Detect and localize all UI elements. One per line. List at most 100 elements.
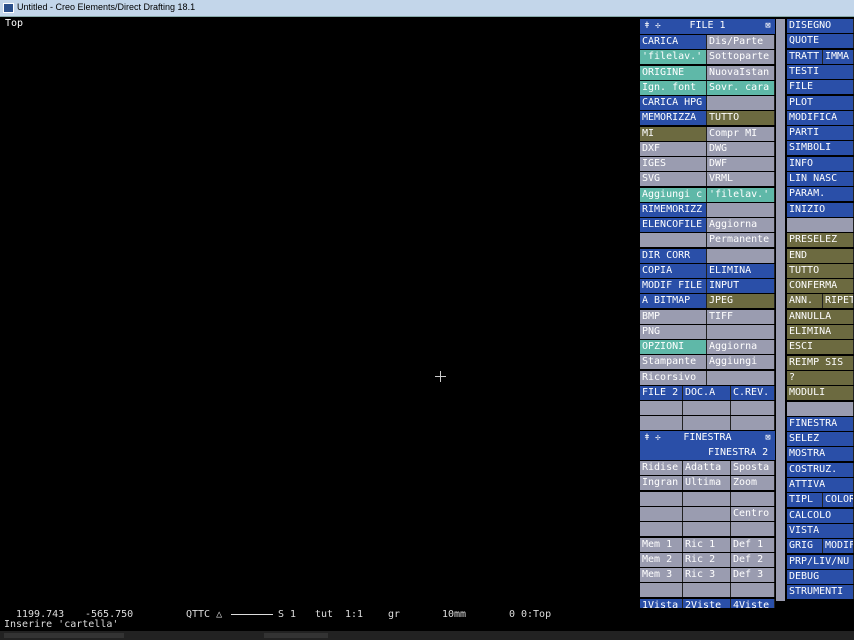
menu-button-empty[interactable] — [707, 248, 775, 263]
menu-button-carica-hpg[interactable]: CARICA HPG — [640, 96, 707, 110]
menu-button-prp-liv-nu[interactable]: PRP/LIV/NU — [787, 554, 854, 569]
menu-button-carica[interactable]: CARICA — [640, 35, 707, 49]
menu-button-elimina[interactable]: ELIMINA — [707, 263, 775, 278]
menu-button-vista[interactable]: VISTA — [787, 523, 854, 538]
menu-button-empty[interactable] — [683, 506, 731, 521]
menu-button-permanente[interactable]: Permanente — [707, 233, 775, 248]
menu-button-nuovaistan[interactable]: NuovaIstan — [707, 65, 775, 80]
menu-button-lin-nasc[interactable]: LIN NASC — [787, 172, 854, 186]
menu-button-filelav[interactable]: 'filelav.' — [640, 50, 707, 65]
menu-button-costruz[interactable]: COSTRUZ. — [787, 462, 854, 477]
menu-button-compr-mi[interactable]: Compr MI — [707, 126, 775, 141]
menu-button-tutto[interactable]: TUTTO — [787, 263, 854, 278]
menu-button-imma[interactable]: IMMA — [823, 49, 854, 64]
menu-button-empty[interactable]: ? — [787, 370, 854, 385]
menu-button-tutto[interactable]: TUTTO — [707, 111, 775, 126]
menu-button-def-1[interactable]: Def 1 — [731, 537, 775, 552]
menu-button-finestra[interactable]: FINESTRA — [787, 416, 854, 431]
menu-button-parti[interactable]: PARTI — [787, 126, 854, 141]
menu-button-tipl[interactable]: TIPL — [787, 493, 823, 508]
menu-button-empty[interactable] — [640, 491, 683, 506]
menu-button-dwg[interactable]: DWG — [707, 141, 775, 156]
menu-button-centro[interactable]: Centro — [731, 506, 775, 521]
menu-button-mi[interactable]: MI — [640, 126, 707, 141]
menu-button-empty[interactable] — [640, 506, 683, 521]
menu-button-ric-1[interactable]: Ric 1 — [683, 537, 731, 552]
menu-button-reimp-sis[interactable]: REIMP SIS — [787, 355, 854, 370]
menu-button-file[interactable]: FILE — [787, 80, 854, 95]
menu-button-ingran[interactable]: Ingran — [640, 476, 683, 491]
pin-icon[interactable]: ǂ — [642, 433, 652, 443]
menu-button-empty[interactable] — [640, 522, 683, 537]
menu-button-empty[interactable] — [731, 522, 775, 537]
menu-button-opzioni[interactable]: OPZIONI — [640, 340, 707, 354]
menu-button-info[interactable]: INFO — [787, 156, 854, 171]
menu-button-tratt[interactable]: TRATT — [787, 49, 823, 64]
menu-button-modif[interactable]: MODIF — [823, 539, 854, 554]
menu-button-ripet[interactable]: RIPET — [823, 294, 854, 309]
menu-button-aggiorna[interactable]: Aggiorna — [707, 218, 775, 232]
menu-button-empty[interactable] — [683, 522, 731, 537]
menu-button-empty[interactable] — [707, 370, 775, 385]
menu-button-memorizza[interactable]: MEMORIZZA — [640, 111, 707, 126]
menu-button-ridise[interactable]: Ridise — [640, 461, 683, 475]
menu-button-elencofile[interactable]: ELENCOFILE — [640, 218, 707, 232]
menu-button-sottoparte[interactable]: Sottoparte — [707, 50, 775, 65]
menu-button-empty[interactable] — [731, 491, 775, 506]
menu-button-sovr-cara[interactable]: Sovr. cara — [707, 80, 775, 95]
menu-button-png[interactable]: PNG — [640, 324, 707, 339]
menu-button-plot[interactable]: PLOT — [787, 95, 854, 110]
menu-button-empty[interactable] — [640, 583, 683, 598]
menu-button-ann[interactable]: ANN. — [787, 294, 823, 309]
menu-button-empty[interactable] — [787, 401, 854, 416]
menu-button-filelav[interactable]: 'filelav.' — [707, 187, 775, 202]
pin-icon[interactable]: ǂ — [642, 21, 652, 31]
file-panel-header[interactable]: FILE 1 ǂ ✢ ⊠ — [640, 19, 775, 34]
menu-button-origine[interactable]: ORIGINE — [640, 65, 707, 80]
menu-button-dis-parte[interactable]: Dis/Parte — [707, 35, 775, 49]
menu-button-empty[interactable] — [640, 416, 683, 430]
menu-button-empty[interactable] — [787, 217, 854, 232]
menu-button-ign-font[interactable]: Ign. font — [640, 80, 707, 95]
menu-button-ultima[interactable]: Ultima — [683, 476, 731, 491]
close-icon[interactable]: ⊠ — [763, 433, 773, 443]
menu-button-empty[interactable] — [731, 583, 775, 598]
move-icon[interactable]: ✢ — [653, 433, 663, 443]
menu-button-aggiorna[interactable]: Aggiorna — [707, 340, 775, 354]
menu-button-preselez[interactable]: PRESELEZ — [787, 233, 854, 248]
menu-button-dir-corr[interactable]: DIR CORR — [640, 248, 707, 263]
menu-button-mostra[interactable]: MOSTRA — [787, 447, 854, 462]
menu-button-finestra-2[interactable]: FINESTRA 2 — [706, 446, 775, 460]
menu-button-elimina[interactable]: ELIMINA — [787, 325, 854, 339]
menu-button-rimemorizz[interactable]: RIMEMORIZZ — [640, 202, 707, 217]
menu-button-annulla[interactable]: ANNULLA — [787, 309, 854, 324]
menu-button-color[interactable]: COLOR — [823, 493, 854, 508]
menu-button-quote[interactable]: QUOTE — [787, 34, 854, 49]
menu-button-modif-file[interactable]: MODIF FILE — [640, 279, 707, 293]
menu-button-input[interactable]: INPUT — [707, 279, 775, 293]
menu-button-def-3[interactable]: Def 3 — [731, 568, 775, 583]
menu-button-a-bitmap[interactable]: A BITMAP — [640, 294, 707, 309]
menu-button-tiff[interactable]: TIFF — [707, 309, 775, 324]
menu-button-adatta[interactable]: Adatta — [683, 461, 731, 475]
panel-scrollbar[interactable] — [776, 19, 785, 601]
menu-button-empty[interactable] — [683, 491, 731, 506]
menu-button-esci[interactable]: ESCI — [787, 340, 854, 355]
menu-button-ric-3[interactable]: Ric 3 — [683, 568, 731, 583]
finestra-panel-header[interactable]: FINESTRA ǂ ✢ ⊠ — [640, 431, 775, 446]
menu-button-moduli[interactable]: MODULI — [787, 386, 854, 401]
menu-button-grig[interactable]: GRIG — [787, 539, 823, 554]
close-icon[interactable]: ⊠ — [763, 21, 773, 31]
menu-button-strumenti[interactable]: STRUMENTI — [787, 585, 854, 600]
menu-button-aggiungi[interactable]: Aggiungi — [707, 355, 775, 370]
menu-button-inizio[interactable]: INIZIO — [787, 202, 854, 217]
menu-button-dxf[interactable]: DXF — [640, 141, 707, 156]
menu-button-empty[interactable] — [731, 401, 775, 415]
menu-button-ric-2[interactable]: Ric 2 — [683, 552, 731, 567]
menu-button-sposta[interactable]: Sposta — [731, 461, 775, 475]
menu-button-empty[interactable] — [640, 233, 707, 248]
menu-button-dwf[interactable]: DWF — [707, 157, 775, 171]
menu-button-simboli[interactable]: SIMBOLI — [787, 141, 854, 156]
menu-button-vrml[interactable]: VRML — [707, 172, 775, 187]
menu-button-empty[interactable] — [683, 401, 731, 415]
